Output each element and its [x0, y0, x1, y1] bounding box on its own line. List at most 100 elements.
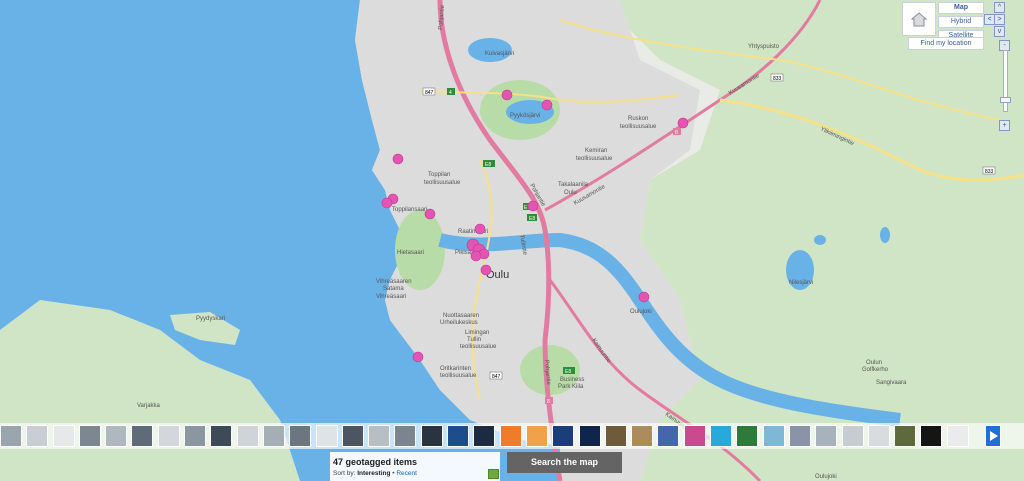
label-oritkari-2: teollisuusalue	[440, 373, 477, 379]
photo-thumbnail[interactable]	[78, 425, 101, 447]
photo-marker[interactable]	[480, 264, 492, 276]
label-vihreasaari-1: Vihreäsaaren	[376, 279, 412, 285]
pan-right-button[interactable]: >	[994, 14, 1005, 25]
photo-marker[interactable]	[638, 291, 650, 303]
photo-thumbnail[interactable]	[52, 425, 75, 447]
map-type-hybrid[interactable]: Hybrid	[938, 16, 984, 28]
sort-label: Sort by:	[333, 470, 356, 477]
sort-options: Sort by: Interesting • Recent	[333, 470, 417, 477]
photo-thumbnail[interactable]	[867, 425, 890, 447]
zoom-slider[interactable]: - +	[999, 40, 1011, 131]
photo-thumbnail[interactable]	[262, 425, 285, 447]
label-business-2: Park Kiila	[558, 384, 584, 390]
search-the-map-button[interactable]: Search the map	[507, 452, 622, 473]
label-takalaanila: Takalaanila	[558, 182, 589, 188]
shield-847: 847	[425, 90, 434, 96]
sort-recent-link[interactable]: Recent	[396, 470, 417, 477]
photo-thumbnail[interactable]	[210, 425, 233, 447]
zoom-thumb[interactable]	[1000, 97, 1011, 103]
photo-thumbnail[interactable]	[604, 425, 627, 447]
photo-thumbnail[interactable]	[341, 425, 364, 447]
shield-833-2: 833	[985, 169, 994, 175]
home-button[interactable]	[902, 2, 936, 36]
photo-thumbnail[interactable]	[657, 425, 680, 447]
pan-up-button[interactable]: ^	[994, 2, 1005, 13]
shield-847-2: 847	[492, 374, 501, 380]
label-ruskon-area: teollisuusalue	[620, 124, 657, 130]
label-hietasaari: Hietasaari	[397, 250, 424, 256]
photo-filmstrip	[0, 423, 1024, 449]
label-toppilansaari: Toppilansaari	[392, 207, 427, 213]
filmstrip-next-button[interactable]	[985, 425, 1001, 447]
photo-thumbnail[interactable]	[762, 425, 785, 447]
photo-thumbnail[interactable]	[473, 425, 496, 447]
photo-thumbnail[interactable]	[447, 425, 470, 447]
sort-interesting[interactable]: Interesting	[357, 470, 390, 477]
label-kemiran: Kemiran	[585, 148, 607, 154]
photo-thumbnail[interactable]	[157, 425, 180, 447]
photo-thumbnail[interactable]	[289, 425, 312, 447]
label-toppilan: Toppilan	[428, 172, 450, 178]
lake-kuivasjarvi	[468, 38, 512, 62]
photo-thumbnail[interactable]	[736, 425, 759, 447]
photo-marker[interactable]	[412, 351, 424, 363]
label-oulun-golf-2: Golfkerho	[862, 367, 889, 373]
photo-thumbnail[interactable]	[683, 425, 706, 447]
photo-thumbnail[interactable]	[525, 425, 548, 447]
photo-thumbnail[interactable]	[815, 425, 838, 447]
label-nuottasaari-2: Urheilukeskus	[440, 320, 478, 326]
photo-thumbnail[interactable]	[894, 425, 917, 447]
photo-thumbnail[interactable]	[499, 425, 522, 447]
photo-marker[interactable]	[501, 89, 513, 101]
photo-marker[interactable]	[381, 197, 393, 209]
label-business-1: Business	[560, 377, 584, 383]
label-pyydyskari: Pyydyskari	[196, 316, 225, 322]
photo-thumbnail[interactable]	[946, 425, 969, 447]
label-vihreasaari-3: Vihreäsaari	[376, 294, 406, 300]
label-ruskon: Ruskon	[628, 116, 648, 122]
photo-thumbnail[interactable]	[552, 425, 575, 447]
label-toppilan-area: teollisuusalue	[424, 180, 461, 186]
expand-icon[interactable]	[488, 469, 499, 479]
photo-marker[interactable]	[541, 99, 553, 111]
photo-marker[interactable]	[474, 223, 486, 235]
photo-marker[interactable]	[424, 208, 436, 220]
photo-thumbnail[interactable]	[315, 425, 338, 447]
label-nuottasaari-1: Nuottasaaren	[443, 313, 479, 319]
pan-down-button[interactable]: v	[994, 26, 1005, 37]
photo-thumbnail[interactable]	[184, 425, 207, 447]
label-oulujoki-2: Oulujoki	[815, 474, 837, 480]
photo-thumbnail[interactable]	[420, 425, 443, 447]
zoom-in-button[interactable]: +	[999, 120, 1010, 131]
photo-thumbnail[interactable]	[131, 425, 154, 447]
map-type-map[interactable]: Map	[938, 2, 984, 14]
photo-marker[interactable]	[677, 117, 689, 129]
label-limingan-3: teollisuusalue	[460, 344, 497, 350]
label-kuivasjarvi: Kuivasjärvi	[485, 51, 514, 57]
photo-thumbnail[interactable]	[788, 425, 811, 447]
label-yhtyspuisto: Yhtyspuisto	[748, 44, 780, 50]
shield-833: 833	[773, 76, 782, 82]
label-kemiran-area: teollisuusalue	[576, 156, 613, 162]
lake-small-1	[814, 235, 826, 245]
photo-thumbnail[interactable]	[841, 425, 864, 447]
shield-8: 8	[675, 130, 678, 136]
photo-thumbnail[interactable]	[26, 425, 49, 447]
photo-thumbnail[interactable]	[920, 425, 943, 447]
label-varjakka: Varjakka	[137, 403, 161, 409]
photo-thumbnail[interactable]	[631, 425, 654, 447]
photo-thumbnail[interactable]	[0, 425, 22, 447]
shield-e8-2: E8	[529, 216, 535, 222]
map-canvas[interactable]: Kuivasjärvi Pyykösjärvi Ruskon teollisuu…	[0, 0, 1024, 481]
photo-thumbnail[interactable]	[368, 425, 391, 447]
photo-marker[interactable]	[527, 200, 539, 212]
photo-thumbnail[interactable]	[394, 425, 417, 447]
photo-marker[interactable]	[392, 153, 404, 165]
find-my-location-button[interactable]: Find my location	[908, 37, 984, 50]
home-icon	[910, 12, 928, 27]
photo-thumbnail[interactable]	[710, 425, 733, 447]
photo-thumbnail[interactable]	[578, 425, 601, 447]
photo-thumbnail[interactable]	[105, 425, 128, 447]
photo-thumbnail[interactable]	[236, 425, 259, 447]
photo-marker[interactable]	[470, 250, 482, 262]
